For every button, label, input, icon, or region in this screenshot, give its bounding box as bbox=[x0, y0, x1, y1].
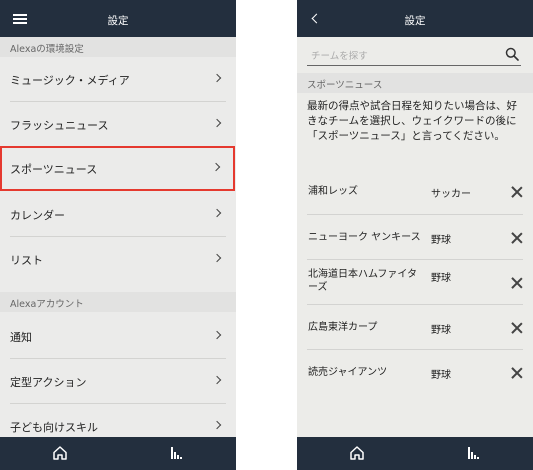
chevron-right-icon bbox=[214, 255, 221, 262]
team-row: 浦和レッズ サッカー bbox=[297, 170, 533, 215]
settings-item-label: 子ども向けスキル bbox=[10, 421, 98, 434]
page-title: 設定 bbox=[107, 15, 129, 27]
settings-item-label: スポーツニュース bbox=[10, 163, 98, 176]
team-name: ニューヨーク ヤンキース bbox=[308, 232, 421, 243]
close-icon[interactable] bbox=[511, 322, 523, 334]
team-row: 読売ジャイアンツ 野球 bbox=[297, 350, 533, 395]
team-sport: 野球 bbox=[431, 325, 451, 336]
sports-news-screen: 設定 スポーツニュース 最新の得点や試合日程を知りたい場合は、好きなチームを選択… bbox=[297, 0, 533, 470]
top-bar: 設定 bbox=[0, 0, 236, 37]
home-icon[interactable] bbox=[349, 445, 365, 461]
settings-item-calendar[interactable]: カレンダー bbox=[0, 192, 236, 237]
chevron-right-icon bbox=[214, 422, 221, 429]
bottom-nav bbox=[297, 437, 533, 470]
settings-item-music-media[interactable]: ミュージック・メディア bbox=[0, 57, 236, 102]
chevron-right-icon bbox=[214, 377, 221, 384]
settings-item-list[interactable]: リスト bbox=[0, 237, 236, 282]
team-name: 浦和レッズ bbox=[308, 186, 358, 197]
home-icon[interactable] bbox=[52, 445, 68, 461]
team-row: 北海道日本ハムファイターズ 野球 bbox=[297, 260, 533, 305]
section-header-account: Alexaアカウント bbox=[0, 292, 236, 312]
page-title: 設定 bbox=[404, 15, 426, 27]
team-name: 広島東洋カープ bbox=[308, 322, 378, 333]
team-sport: 野球 bbox=[431, 235, 451, 246]
bottom-nav bbox=[0, 437, 236, 470]
close-icon[interactable] bbox=[511, 277, 523, 289]
search-icon[interactable] bbox=[505, 47, 519, 61]
settings-item-label: フラッシュニュース bbox=[10, 119, 109, 132]
team-name: 読売ジャイアンツ bbox=[308, 367, 388, 378]
team-name: 北海道日本ハムファイターズ bbox=[308, 269, 417, 293]
description-text: 最新の得点や試合日程を知りたい場合は、好きなチームを選択し、ウェイクワードの後に… bbox=[307, 100, 517, 142]
settings-item-label: 通知 bbox=[10, 331, 32, 344]
settings-item-label: 定型アクション bbox=[10, 376, 87, 389]
settings-screen: 設定 Alexaの環境設定 ミュージック・メディア フラッシュニュース スポーツ… bbox=[0, 0, 236, 470]
settings-item-flash-news[interactable]: フラッシュニュース bbox=[0, 102, 236, 147]
close-icon[interactable] bbox=[511, 367, 523, 379]
settings-item-routines[interactable]: 定型アクション bbox=[0, 359, 236, 404]
activity-icon[interactable] bbox=[467, 446, 481, 460]
settings-item-notifications[interactable]: 通知 bbox=[0, 314, 236, 359]
section-header-preferences: Alexaの環境設定 bbox=[0, 37, 236, 57]
settings-item-label: リスト bbox=[10, 254, 43, 267]
team-search-input[interactable] bbox=[307, 46, 497, 67]
section-header-sports-news: スポーツニュース bbox=[297, 73, 533, 93]
settings-item-label: ミュージック・メディア bbox=[10, 74, 130, 87]
team-sport: サッカー bbox=[431, 189, 471, 200]
chevron-right-icon bbox=[214, 120, 221, 127]
activity-icon[interactable] bbox=[170, 446, 184, 460]
chevron-right-icon bbox=[214, 75, 221, 82]
search-box bbox=[307, 44, 521, 67]
chevron-right-icon bbox=[214, 332, 221, 339]
close-icon[interactable] bbox=[511, 186, 523, 198]
settings-item-sports-news[interactable]: スポーツニュース bbox=[0, 146, 235, 191]
chevron-right-icon bbox=[213, 164, 220, 171]
top-bar: 設定 bbox=[297, 0, 533, 37]
team-row: ニューヨーク ヤンキース 野球 bbox=[297, 215, 533, 260]
chevron-right-icon bbox=[214, 210, 221, 217]
team-sport: 野球 bbox=[431, 370, 451, 381]
team-row: 広島東洋カープ 野球 bbox=[297, 305, 533, 350]
close-icon[interactable] bbox=[511, 232, 523, 244]
team-sport: 野球 bbox=[431, 273, 451, 284]
settings-item-label: カレンダー bbox=[10, 209, 65, 222]
